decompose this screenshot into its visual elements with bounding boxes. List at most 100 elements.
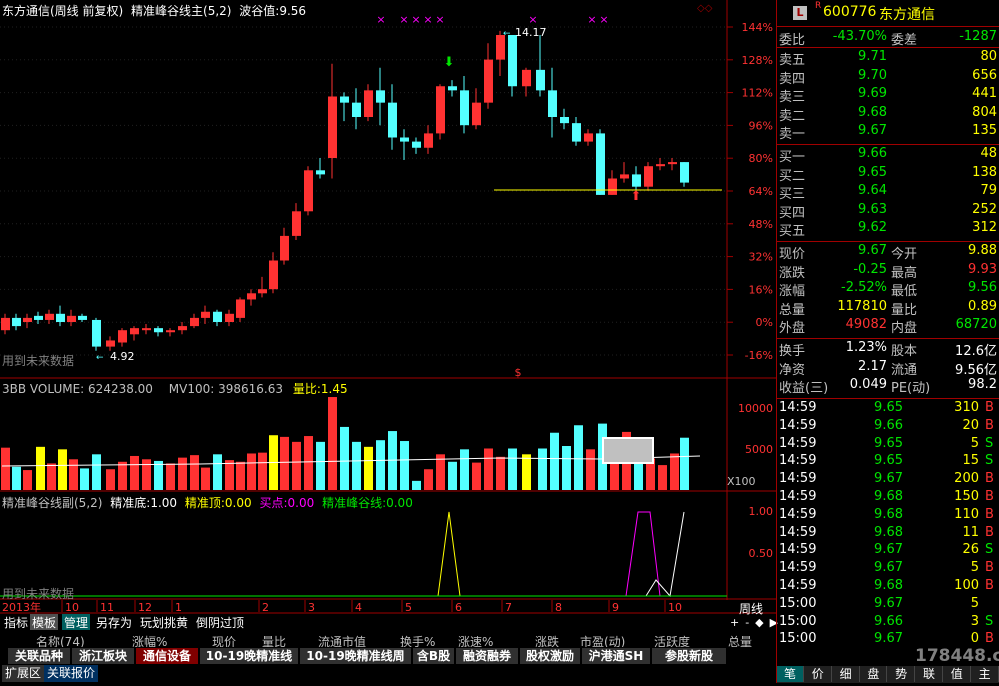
stat-label: 外盘 [779, 321, 806, 336]
panel-tab[interactable]: 主 [972, 666, 999, 682]
tab-3[interactable]: 10-19晚精准线 [200, 648, 299, 664]
price-axis-label: -16% [745, 349, 773, 362]
tab-extension[interactable]: 扩展区 [2, 665, 45, 682]
stock-icon[interactable]: L [793, 6, 807, 20]
panel-tab[interactable]: 细 [833, 666, 860, 682]
candle-body [67, 315, 76, 322]
column-header[interactable]: 流通市值 [318, 633, 366, 647]
tab-6[interactable]: 融资融券 [456, 648, 519, 664]
column-header[interactable]: 总量 [728, 633, 752, 647]
menu-manage[interactable]: 管理 [62, 614, 91, 630]
tick-side: B [985, 471, 994, 487]
column-header[interactable]: 现价 [212, 633, 236, 647]
volume-ma-line [1, 455, 701, 467]
sell-label: 卖三 [779, 90, 806, 105]
menu-custom1[interactable]: 玩划挑黄 [138, 614, 190, 630]
volume-bar [23, 470, 32, 490]
price-axis-label: 32% [749, 251, 773, 264]
buy-row: 买二 9.65 138 [777, 165, 999, 184]
kline-chart[interactable]: 144% 128% 112% 96% 80% 64% 48% 32% 16% 0% -16% 1000… [0, 0, 776, 683]
volume-bar [118, 461, 127, 490]
sell-row: 卖二 9.68 804 [777, 105, 999, 124]
volume-bar [36, 446, 45, 490]
candle-body [436, 86, 445, 134]
candle-body [484, 59, 493, 103]
tab-0[interactable]: 关联品种 [8, 648, 71, 664]
volume-axis-label: 5000 [745, 443, 773, 456]
column-header[interactable]: 市盈(动) [580, 633, 625, 647]
stat2-value: 0.049 [849, 377, 887, 392]
period-label[interactable]: 周线 [739, 600, 763, 617]
volume-bar [201, 467, 210, 490]
panel-tab[interactable]: 值 [944, 666, 971, 682]
tab-related-quote[interactable]: 关联报价 [44, 665, 99, 682]
menu-save-as[interactable]: 另存为 [94, 614, 134, 630]
tick-side: S [985, 613, 994, 629]
stat-value2: 0.89 [968, 298, 997, 314]
tick-volume: 200 [954, 471, 979, 487]
menu-indicator[interactable]: 指标 [2, 614, 30, 630]
tab-2[interactable]: 通信设备 [136, 648, 199, 664]
panel-tab[interactable]: 价 [805, 666, 832, 682]
candle-body [400, 137, 409, 142]
candle-body [472, 102, 481, 126]
column-header[interactable]: 涨幅% [132, 633, 167, 647]
top-marker: × [399, 13, 408, 26]
buy-label: 买一 [779, 150, 806, 165]
tick-list[interactable]: 14:59 9.65 310 B 14:59 9.66 20 B 14:59 9.65 5 S 14:5… [777, 400, 999, 652]
tab-9[interactable]: 参股新股 [652, 648, 727, 664]
column-header[interactable]: 活跃度 [654, 633, 690, 647]
column-header[interactable]: 名称(74) [36, 633, 85, 647]
candle-body [247, 293, 256, 300]
panel-tab[interactable]: 笔 [777, 666, 804, 682]
tick-time: 14:59 [779, 560, 817, 576]
price-axis-label: 0% [756, 316, 773, 329]
column-header[interactable]: 涨速% [458, 633, 493, 647]
tick-time: 14:59 [779, 506, 817, 522]
candle-body [34, 315, 43, 320]
candle-body [668, 162, 677, 165]
stat-row: 现价 9.67 今开 9.88 [777, 243, 999, 262]
window-controls[interactable]: ◇◇ [697, 3, 712, 14]
candle-body [572, 123, 581, 142]
volume-axis-label: 10000 [738, 402, 773, 415]
stats-block: 现价 9.67 今开 9.88 涨跌 -0.25 最高 9.93 涨幅 -2.52% 最低 9.56 总… [777, 243, 999, 336]
chart-area[interactable]: 144% 128% 112% 96% 80% 64% 48% 32% 16% 0% -16% 1000… [0, 0, 778, 683]
menu-custom2[interactable]: 倒阴过顶 [194, 614, 246, 630]
sub-buy-line [625, 511, 661, 597]
time-axis-month: 2 [262, 601, 269, 614]
volume-bar [292, 441, 301, 490]
candle-body [166, 330, 175, 333]
column-header[interactable]: 换手% [400, 633, 435, 647]
stat2-label: 换手 [779, 344, 806, 359]
time-axis-month: 7 [505, 601, 512, 614]
column-header[interactable]: 量比 [262, 633, 286, 647]
tab-7[interactable]: 股权激励 [520, 648, 581, 664]
panel-tab[interactable]: 盘 [860, 666, 888, 682]
candle-body [584, 133, 593, 142]
stat2-label: 收益(三) [779, 381, 829, 396]
tab-4[interactable]: 10-19晚精准线周 [300, 648, 412, 664]
stat-label2: 最低 [891, 284, 918, 299]
weicha-label: 委差 [891, 33, 918, 48]
tab-5[interactable]: 含B股 [413, 648, 455, 664]
tab-1[interactable]: 浙江板块 [72, 648, 135, 664]
volume-bar [92, 454, 101, 490]
menu-template[interactable]: 模板 [30, 614, 59, 630]
price-axis-label: 144% [742, 21, 773, 34]
volume-bar [258, 452, 267, 490]
tick-price: 9.65 [874, 435, 903, 451]
sell-price: 9.71 [858, 49, 887, 64]
column-header[interactable]: 涨跌 [535, 633, 559, 647]
volume-tooltip-box [602, 437, 654, 464]
stat-value: -2.52% [841, 280, 887, 295]
panel-tab[interactable]: 联 [916, 666, 943, 682]
candle-body [56, 313, 65, 322]
tick-price: 9.67 [874, 471, 903, 487]
r-mark: R [815, 1, 822, 11]
panel-tab[interactable]: 势 [888, 666, 916, 682]
candle-body [12, 317, 21, 327]
volume-bar [47, 463, 56, 490]
volume-bar [508, 448, 517, 490]
tab-8[interactable]: 沪港通SH [582, 648, 651, 664]
